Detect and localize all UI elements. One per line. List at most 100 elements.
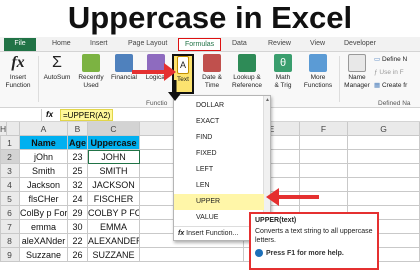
column-header-f[interactable]: F [300,122,348,136]
table-cell[interactable]: Smith [20,164,68,178]
empty-cell[interactable] [0,248,1,262]
function-left-item[interactable]: LEFT [174,162,264,178]
tab-page-layout[interactable]: Page Layout [128,38,167,50]
tooltip-title: UPPER(text) [255,217,297,224]
column-title-cell[interactable]: Age [68,136,88,150]
column-header-a[interactable]: A [20,122,68,136]
empty-cell[interactable] [300,164,348,178]
empty-cell[interactable] [348,150,420,164]
table-cell[interactable]: emma [20,220,68,234]
create-from-selection-button[interactable]: ▦ Create fr [374,82,420,90]
fx-label[interactable]: fx [46,108,53,122]
formula-input[interactable]: =UPPER(A2) [60,109,114,121]
table-cell[interactable]: ColBy p Ford [20,206,68,220]
empty-cell[interactable] [0,192,1,206]
table-cell[interactable]: 25 [68,164,88,178]
column-title-cell[interactable]: Name [20,136,68,150]
tab-formulas[interactable]: Formulas [178,38,222,51]
row-header-9[interactable]: 9 [0,248,20,262]
row-header-3[interactable]: 3 [0,164,20,178]
empty-cell[interactable] [140,248,244,262]
tab-developer[interactable]: Developer [344,38,376,50]
table-cell[interactable]: aleXANder [20,234,68,248]
empty-cell[interactable] [0,206,1,220]
empty-cell[interactable] [0,136,1,150]
empty-cell[interactable] [348,192,420,206]
empty-cell[interactable] [0,178,1,192]
function-len-item[interactable]: LEN [174,178,264,194]
lookup-reference-button[interactable]: Lookup & Reference [228,54,266,89]
table-cell[interactable]: jOhn [20,150,68,164]
define-name-button[interactable]: ▭ Define N [374,56,420,64]
empty-cell[interactable] [0,234,1,248]
table-cell[interactable]: SUZZANE [88,248,140,262]
empty-cell[interactable] [0,164,1,178]
empty-cell[interactable] [0,220,1,234]
row-header-7[interactable]: 7 [0,220,20,234]
function-dollar-item[interactable]: DOLLAR [174,98,264,114]
table-cell[interactable]: JOHN [88,150,140,164]
function-upper-item[interactable]: UPPER [174,194,264,210]
tab-insert[interactable]: Insert [90,38,108,50]
math-trig-button[interactable]: θ Math & Trig [268,54,298,89]
tab-home[interactable]: Home [52,38,71,50]
table-cell[interactable]: JACKSON [88,178,140,192]
column-header-c[interactable]: C [88,122,140,136]
table-cell[interactable]: Jackson [20,178,68,192]
table-cell[interactable]: 32 [68,178,88,192]
table-cell[interactable]: 29 [68,206,88,220]
scroll-up-icon[interactable]: ▲ [265,97,270,103]
function-tooltip: UPPER(text) Converts a text string to al… [249,212,379,270]
tooltip-help[interactable]: Press F1 for more help. [255,249,373,257]
insert-function-button[interactable]: fx Insert Function [2,54,34,89]
empty-cell[interactable] [300,150,348,164]
date-time-button[interactable]: Date & Time [198,54,226,89]
table-cell[interactable]: Suzzane [20,248,68,262]
column-header-h[interactable]: H [0,122,8,136]
function-find-item[interactable]: FIND [174,130,264,146]
table-cell[interactable]: 23 [68,150,88,164]
row-header-5[interactable]: 5 [0,192,20,206]
theta-book-icon: θ [274,54,292,72]
table-cell[interactable]: ALEXANDER [88,234,140,248]
table-cell[interactable]: COLBY P FORD [88,206,140,220]
name-box[interactable] [2,109,42,121]
empty-cell[interactable] [348,136,420,150]
tab-view[interactable]: View [310,38,325,50]
row-header-2[interactable]: 2 [0,150,20,164]
use-in-formula-button[interactable]: ƒ Use in F [374,69,420,77]
row-header-4[interactable]: 4 [0,178,20,192]
table-cell[interactable]: 26 [68,248,88,262]
table-cell[interactable]: 30 [68,220,88,234]
table-cell[interactable]: SMITH [88,164,140,178]
empty-cell[interactable] [0,150,1,164]
tab-file[interactable]: File [4,38,36,51]
column-header-g[interactable]: G [348,122,420,136]
row-header-6[interactable]: 6 [0,206,20,220]
empty-cell[interactable] [348,164,420,178]
name-manager-button[interactable]: Name Manager [342,54,372,89]
row-header-1[interactable]: 1 [0,136,20,150]
table-cell[interactable]: FISCHER [88,192,140,206]
function-fixed-item[interactable]: FIXED [174,146,264,162]
arrow-down-icon [168,80,182,101]
table-cell[interactable]: 22 [68,234,88,248]
function-exact-item[interactable]: EXACT [174,114,264,130]
empty-cell[interactable] [348,178,420,192]
autosum-button[interactable]: Σ AutoSum [42,54,72,82]
text-book-icon: A [177,56,189,74]
tab-data[interactable]: Data [232,38,247,50]
tab-review[interactable]: Review [268,38,291,50]
column-header-b[interactable]: B [68,122,88,136]
table-cell[interactable]: flsCHer [20,192,68,206]
fx-icon: fx [11,54,25,71]
empty-cell[interactable] [300,136,348,150]
table-cell[interactable]: EMMA [88,220,140,234]
page-title: Uppercase in Excel [67,0,353,35]
row-header-8[interactable]: 8 [0,234,20,248]
more-functions-button[interactable]: More Functions [300,54,336,89]
table-cell[interactable]: 24 [68,192,88,206]
column-title-cell[interactable]: Uppercase [88,136,140,150]
more-functions-icon [309,54,327,72]
recently-used-button[interactable]: Recently Used [76,54,106,89]
